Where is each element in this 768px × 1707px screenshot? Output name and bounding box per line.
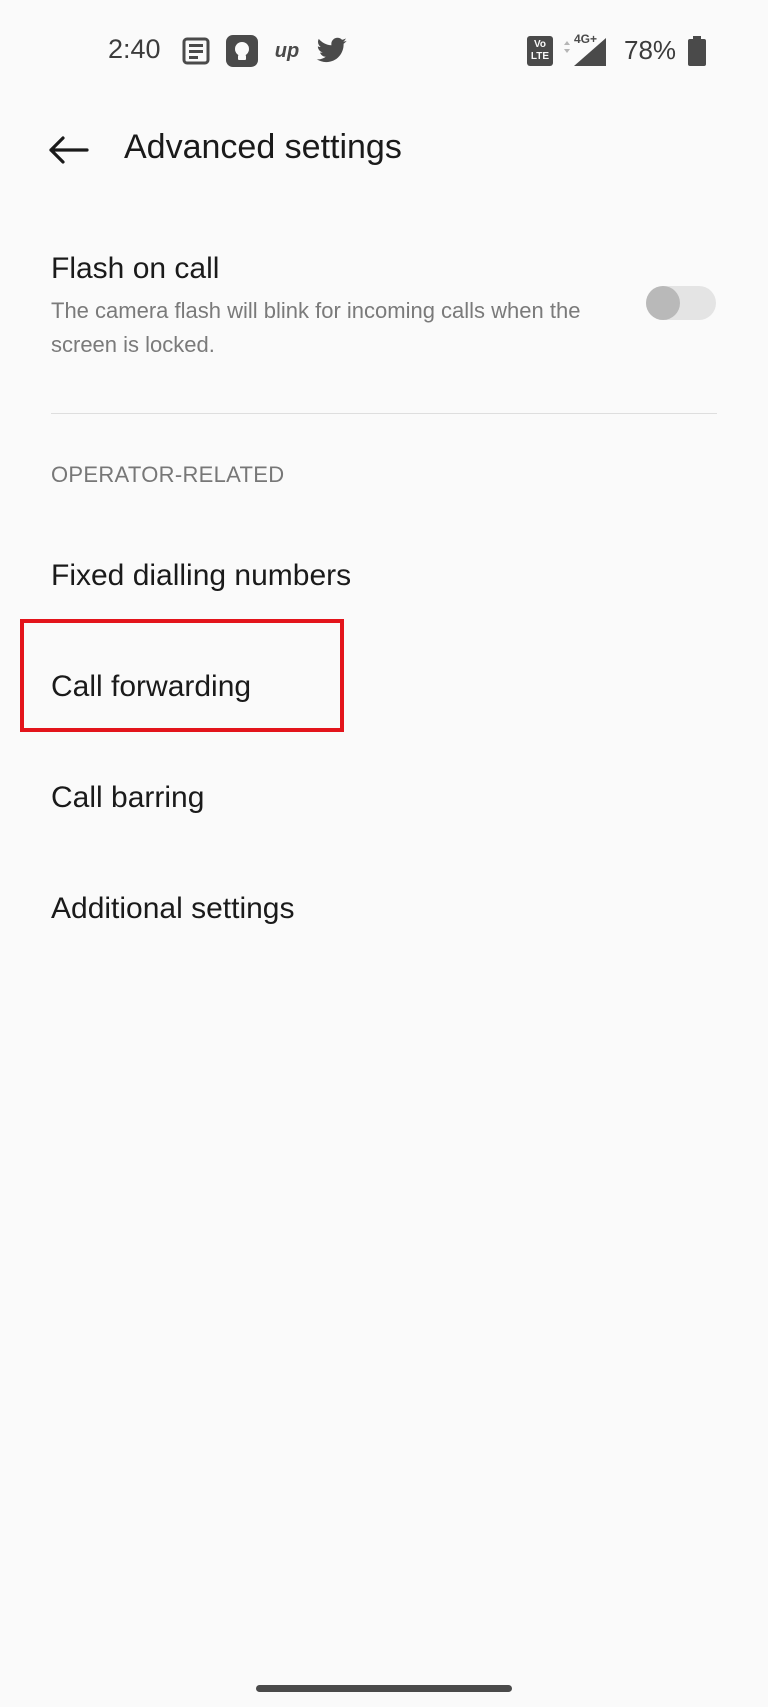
menu-item-label: Fixed dialling numbers xyxy=(51,559,352,592)
page-title: Advanced settings xyxy=(124,128,402,166)
up-app-icon: up xyxy=(270,34,304,68)
battery-icon xyxy=(686,34,708,68)
volte-badge-bottom: LTE xyxy=(530,51,550,62)
gesture-nav-handle[interactable] xyxy=(256,1685,512,1692)
arrow-left-icon xyxy=(49,136,89,164)
up-app-label: up xyxy=(274,39,300,62)
twitter-icon xyxy=(314,34,350,68)
menu-item-label: Additional settings xyxy=(51,892,295,925)
flash-on-call-description: The camera flash will blink for incoming… xyxy=(51,298,581,357)
toggle-knob xyxy=(646,286,680,320)
status-bar: 2:40 up Vo LTE 4G+ 78% xyxy=(0,0,768,100)
menu-item-call-barring[interactable]: Call barring xyxy=(0,747,768,847)
volte-icon: Vo LTE xyxy=(526,34,554,68)
news-icon xyxy=(180,34,212,68)
flash-on-call-title: Flash on call xyxy=(51,252,220,285)
back-button[interactable] xyxy=(38,124,98,176)
menu-item-call-forwarding[interactable]: Call forwarding xyxy=(0,636,768,736)
battery-percent: 78% xyxy=(624,35,677,65)
notification-app-icon xyxy=(224,34,260,68)
flash-on-call-row[interactable]: Flash on call The camera flash will blin… xyxy=(0,236,768,376)
menu-item-label: Call forwarding xyxy=(51,670,252,703)
flash-on-call-toggle[interactable] xyxy=(646,286,716,320)
menu-item-label: Call barring xyxy=(51,781,205,814)
menu-item-additional-settings[interactable]: Additional settings xyxy=(0,858,768,958)
divider xyxy=(51,413,717,414)
volte-badge-top: Vo xyxy=(533,39,547,50)
signal-icon: 4G+ xyxy=(560,32,610,68)
status-time: 2:40 xyxy=(108,34,161,64)
section-header-operator: OPERATOR-RELATED xyxy=(51,462,285,487)
network-type-label: 4G+ xyxy=(574,32,598,46)
menu-item-fixed-dialling-numbers[interactable]: Fixed dialling numbers xyxy=(0,525,768,625)
